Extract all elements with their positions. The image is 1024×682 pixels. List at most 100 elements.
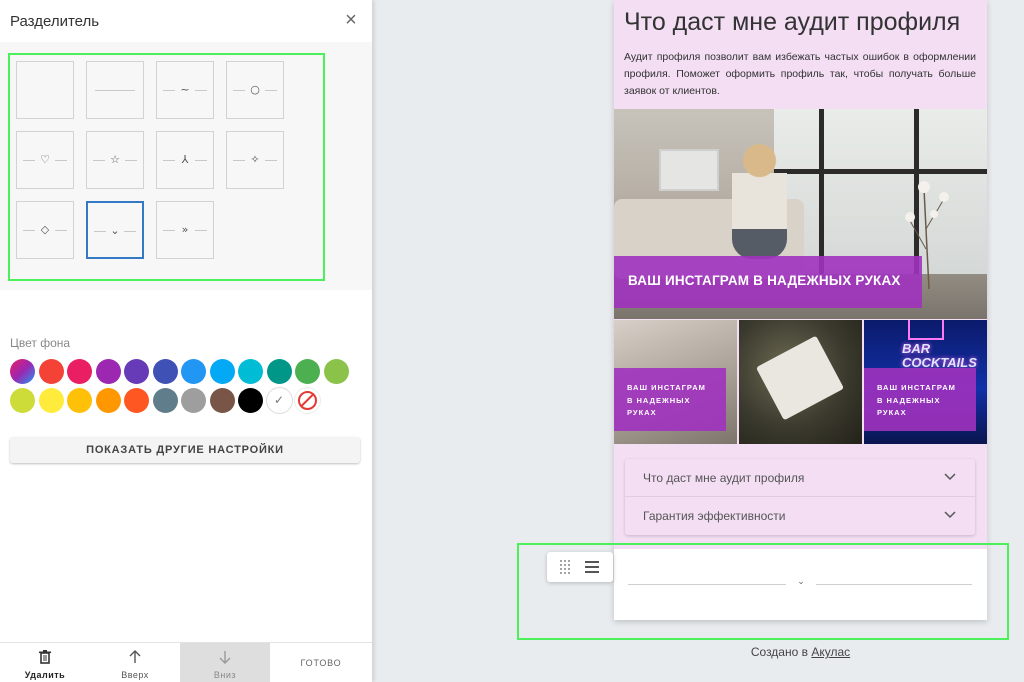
accordion-label: Что даст мне аудит профиля (643, 471, 805, 485)
hero-caption-band: ВАШ ИНСТАГРАМ В НАДЕЖНЫХ РУКАХ (614, 256, 922, 308)
bg-color-label: Цвет фона (10, 336, 71, 350)
gallery-image-1[interactable]: ВАШ ИНСТАГРАМ В НАДЕЖНЫХ РУКАХ (614, 320, 737, 444)
tile-caption-band: ВАШ ИНСТАГРАМ В НАДЕЖНЫХ РУКАХ (614, 368, 726, 431)
color-swatch[interactable] (38, 388, 64, 413)
move-up-button[interactable]: Вверх (90, 643, 180, 682)
separator-style-none[interactable] (16, 61, 74, 119)
image-gallery: ВАШ ИНСТАГРАМ В НАДЕЖНЫХ РУКАХ BAR COCKT… (614, 320, 987, 444)
separator-dash (195, 90, 207, 91)
move-down-label: Вниз (213, 670, 237, 680)
separator-dash (265, 160, 277, 161)
window-frame (819, 109, 824, 274)
color-swatch[interactable] (124, 359, 149, 384)
separator-style-double-chevron[interactable]: » (156, 201, 214, 259)
done-button[interactable]: ГОТОВО (270, 643, 372, 682)
color-swatch[interactable] (323, 359, 349, 384)
arrow-down-icon (180, 650, 270, 670)
color-swatch[interactable] (238, 359, 263, 384)
color-swatch[interactable] (10, 359, 35, 384)
no-color-swatch[interactable] (295, 388, 320, 413)
separator-style-wave[interactable]: ~ (156, 61, 214, 119)
footer-credit: Создано в Акулас (614, 645, 987, 659)
color-swatch[interactable] (181, 388, 206, 413)
bottom-action-bar: Удалить Вверх Вниз ГОТОВО (0, 642, 372, 682)
faq-accordion: Что даст мне аудит профиля Гарантия эффе… (625, 459, 975, 535)
separator-settings-panel: Разделитель × ~ ○ ♡ ☆ ⅄ ✧ ◇ ⌄» Цвет фона ✓ ПОКА… (0, 0, 372, 682)
separator-style-chevron[interactable]: ⌄ (86, 201, 144, 259)
separator-dash (124, 231, 136, 232)
accordion-label: Гарантия эффективности (643, 509, 786, 523)
separator-style-line[interactable] (86, 61, 144, 119)
separator-style-circle[interactable]: ○ (226, 61, 284, 119)
hero-image[interactable]: ВАШ ИНСТАГРАМ В НАДЕЖНЫХ РУКАХ (614, 109, 987, 319)
separator-dash (55, 160, 67, 161)
preview-paragraph: Аудит профиля позволит вам избежать част… (624, 51, 976, 97)
color-swatch[interactable] (152, 388, 178, 413)
drag-handle-icon[interactable] (560, 560, 572, 574)
color-swatch[interactable] (181, 359, 206, 384)
arrow-up-icon (90, 650, 180, 670)
panel-title: Разделитель (10, 13, 100, 30)
separator-line (95, 90, 135, 91)
color-swatch[interactable] (266, 359, 292, 384)
gallery-image-2[interactable] (739, 320, 862, 444)
delete-label: Удалить (24, 670, 66, 680)
color-swatch[interactable] (95, 359, 121, 384)
neon-sign-text: BAR COCKTAILS (902, 341, 977, 370)
chevron-down-icon (943, 508, 957, 522)
separator-block[interactable]: ⌄ (614, 549, 987, 620)
separator-style-diamond[interactable]: ◇ (16, 201, 74, 259)
notebook-shape (755, 335, 845, 421)
color-swatch[interactable] (67, 359, 92, 384)
gallery-image-3[interactable]: BAR COCKTAILS ВАШ ИНСТАГРАМ В НАДЕЖНЫХ Р… (864, 320, 987, 444)
accordion-item[interactable]: Гарантия эффективности (625, 497, 975, 535)
move-down-button[interactable]: Вниз (180, 643, 270, 682)
trash-icon (0, 650, 90, 670)
color-swatch[interactable] (238, 388, 263, 413)
block-toolbar (547, 552, 613, 582)
show-more-settings-button[interactable]: ПОКАЗАТЬ ДРУГИЕ НАСТРОЙКИ (10, 437, 360, 463)
hero-caption: ВАШ ИНСТАГРАМ В НАДЕЖНЫХ РУКАХ (628, 273, 901, 288)
page-preview: Что даст мне аудит профиля Аудит профиля… (614, 0, 987, 620)
color-swatch[interactable] (95, 388, 121, 413)
hero-window (774, 109, 987, 274)
accordion-item[interactable]: Что даст мне аудит профиля (625, 459, 975, 497)
color-swatch[interactable] (124, 388, 149, 413)
color-swatch[interactable] (67, 388, 92, 413)
color-swatch[interactable] (38, 359, 64, 384)
separator-style-sparkle[interactable]: ✧ (226, 131, 284, 189)
separator-style-star[interactable]: ☆ (86, 131, 144, 189)
color-swatch[interactable] (10, 388, 35, 413)
tile-caption: ВАШ ИНСТАГРАМ В НАДЕЖНЫХ РУКАХ (627, 383, 706, 417)
color-swatch[interactable] (295, 359, 320, 384)
preview-heading: Что даст мне аудит профиля (624, 8, 961, 36)
separator-dash (195, 160, 207, 161)
separator-dash (265, 90, 277, 91)
separator-line-left (628, 584, 786, 585)
move-up-label: Вверх (121, 670, 149, 680)
close-icon[interactable]: × (342, 10, 360, 30)
tile-caption-band: ВАШ ИНСТАГРАМ В НАДЕЖНЫХ РУКАХ (864, 368, 976, 431)
color-swatch[interactable] (152, 359, 178, 384)
separator-line-right (816, 584, 972, 585)
credit-link[interactable]: Акулас (811, 645, 850, 659)
hero-person (732, 139, 787, 259)
separator-style-heart[interactable]: ♡ (16, 131, 74, 189)
separator-dash (195, 230, 207, 231)
hero-monitor (659, 149, 719, 191)
separator-chevron-icon: ⌄ (797, 577, 805, 587)
menu-icon[interactable] (585, 561, 599, 573)
chevron-down-icon (943, 470, 957, 484)
separator-dash (55, 230, 67, 231)
check-icon: ✓ (273, 393, 285, 407)
color-swatch-white[interactable]: ✓ (266, 388, 292, 413)
credit-prefix: Создано в (750, 645, 812, 659)
tile-caption: ВАШ ИНСТАГРАМ В НАДЕЖНЫХ РУКАХ (877, 383, 956, 417)
separator-style-tri-arrow[interactable]: ⅄ (156, 131, 214, 189)
color-swatch[interactable] (209, 359, 235, 384)
window-frame (774, 169, 987, 174)
neon-arrow-icon (908, 320, 944, 340)
separator-dash (125, 160, 137, 161)
delete-button[interactable]: Удалить (0, 643, 90, 682)
color-swatch[interactable] (209, 388, 235, 413)
